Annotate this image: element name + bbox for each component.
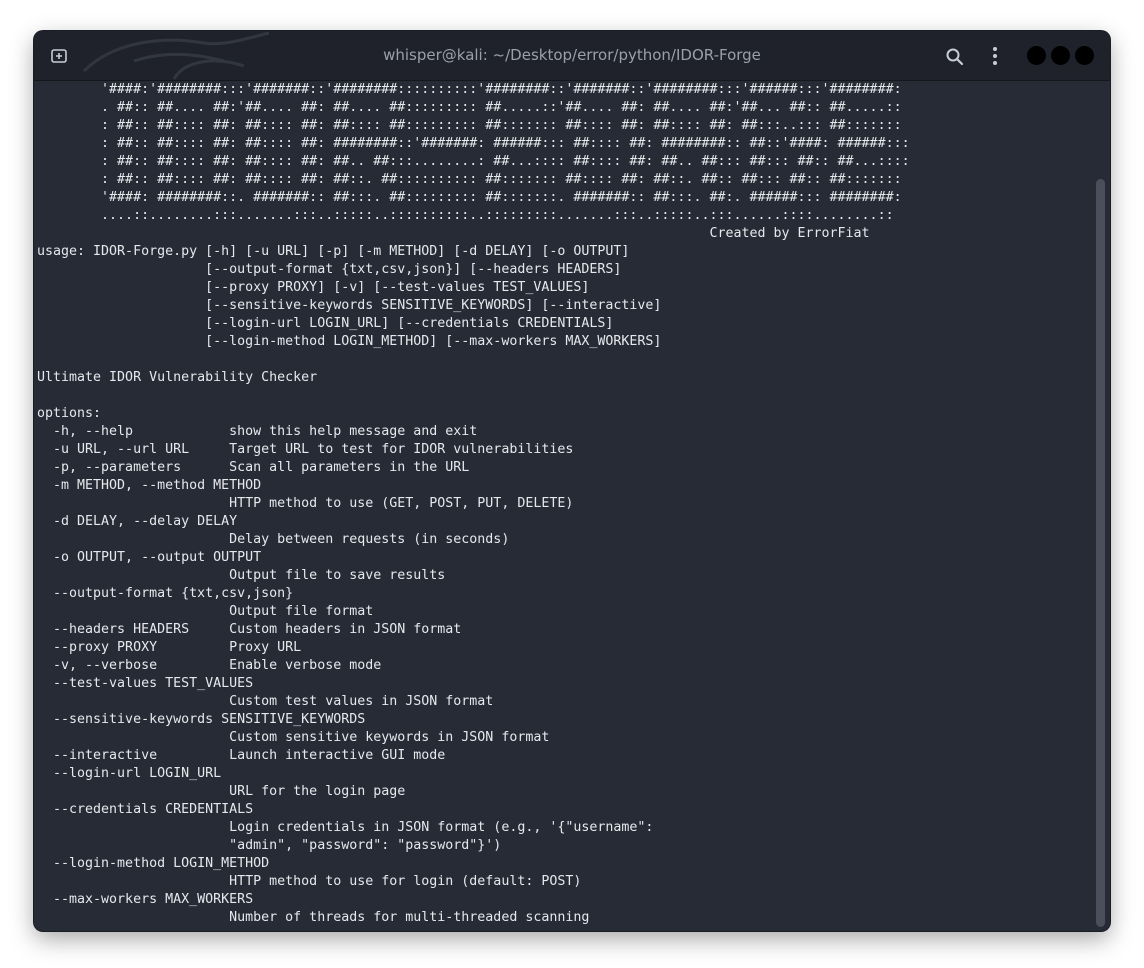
usage-line: usage: IDOR-Forge.py [-h] [-u URL] [-p] …: [37, 244, 630, 259]
option-line: --sensitive-keywords SENSITIVE_KEYWORDS: [37, 712, 366, 727]
option-line: --interactive Launch interactive GUI mod…: [37, 748, 446, 763]
banner-line: : ##:: ##:::: ##: ##:::: ##: ##.. ##:::.…: [37, 154, 910, 169]
option-line: URL for the login page: [37, 784, 406, 799]
kebab-menu-icon[interactable]: [986, 45, 1004, 67]
banner-line: '####:'########:::'#######::'########:::…: [37, 82, 902, 97]
option-line: Output file format: [37, 604, 374, 619]
usage-line: [--output-format {txt,csv,json}] [--head…: [37, 262, 622, 277]
terminal-output[interactable]: '####:'########:::'#######::'########:::…: [34, 81, 1110, 931]
search-icon[interactable]: [945, 47, 965, 67]
terminal-text: '####:'########:::'#######::'########:::…: [37, 81, 910, 927]
minimize-button[interactable]: [1027, 46, 1046, 65]
banner-line: : ##:: ##:::: ##: ##:::: ##: ########::'…: [37, 136, 910, 151]
banner-line: '####: ########::. #######:: ##:::. ##::…: [37, 190, 902, 205]
option-line: --login-method LOGIN_METHOD: [37, 856, 270, 871]
option-line: -v, --verbose Enable verbose mode: [37, 658, 382, 673]
option-line: --max-workers MAX_WORKERS: [37, 892, 254, 907]
usage-line: [--login-method LOGIN_METHOD] [--max-wor…: [37, 334, 662, 349]
option-line: --login-url LOGIN_URL: [37, 766, 222, 781]
option-line: --credentials CREDENTIALS: [37, 802, 254, 817]
option-line: -u URL, --url URL Target URL to test for…: [37, 442, 574, 457]
option-line: "admin", "password": "password"}'): [37, 838, 502, 853]
option-line: HTTP method to use for login (default: P…: [37, 874, 582, 889]
option-line: Login credentials in JSON format (e.g., …: [37, 820, 654, 835]
close-button[interactable]: [1075, 46, 1094, 65]
maximize-button[interactable]: [1051, 46, 1070, 65]
option-line: --headers HEADERS Custom headers in JSON…: [37, 622, 462, 637]
option-line: -d DELAY, --delay DELAY: [37, 514, 238, 529]
kali-dragon-watermark: [82, 31, 270, 80]
banner-line: : ##:: ##:::: ##: ##:::: ##: ##::. ##:::…: [37, 172, 902, 187]
banner-line: . ##:: ##.... ##:'##.... ##: ##.... ##::…: [37, 100, 902, 115]
usage-line: [--proxy PROXY] [-v] [--test-values TEST…: [37, 280, 590, 295]
option-line: Delay between requests (in seconds): [37, 532, 510, 547]
option-line: HTTP method to use (GET, POST, PUT, DELE…: [37, 496, 574, 511]
new-tab-icon[interactable]: [50, 47, 68, 65]
option-line: Output file to save results: [37, 568, 446, 583]
banner-line: : ##:: ##:::: ##: ##:::: ##: ##:::: ##::…: [37, 118, 902, 133]
banner-line: ....::........:::.......:::..:::::..::::…: [37, 208, 894, 223]
option-line: --proxy PROXY Proxy URL: [37, 640, 302, 655]
option-line: Custom sensitive keywords in JSON format: [37, 730, 550, 745]
option-line: -h, --help show this help message and ex…: [37, 424, 478, 439]
terminal-window: whisper@kali: ~/Desktop/error/python/IDO…: [34, 31, 1110, 931]
options-header: options:: [37, 406, 102, 421]
title-bar[interactable]: whisper@kali: ~/Desktop/error/python/IDO…: [34, 31, 1110, 81]
usage-line: [--login-url LOGIN_URL] [--credentials C…: [37, 316, 614, 331]
option-line: -o OUTPUT, --output OUTPUT: [37, 550, 262, 565]
usage-line: [--sensitive-keywords SENSITIVE_KEYWORDS…: [37, 298, 662, 313]
option-line: Custom test values in JSON format: [37, 694, 494, 709]
option-line: --output-format {txt,csv,json}: [37, 586, 294, 601]
description-line: Ultimate IDOR Vulnerability Checker: [37, 370, 318, 385]
option-line: -p, --parameters Scan all parameters in …: [37, 460, 470, 475]
option-line: -m METHOD, --method METHOD: [37, 478, 262, 493]
option-line: --test-values TEST_VALUES: [37, 676, 254, 691]
scrollbar-thumb[interactable]: [1096, 179, 1105, 927]
option-line: Number of threads for multi-threaded sca…: [37, 910, 590, 925]
credit-line: Created by ErrorFiat: [37, 226, 870, 241]
